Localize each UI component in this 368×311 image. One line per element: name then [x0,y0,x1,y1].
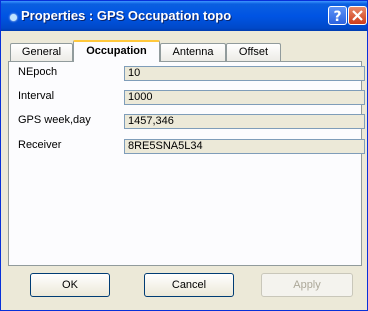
ok-button[interactable]: OK [30,273,110,297]
gps-week-day-field[interactable]: 1457,346 [124,114,365,129]
close-button[interactable] [348,6,367,25]
help-button[interactable]: ? [328,6,347,25]
gps-week-day-label: GPS week,day [18,114,91,126]
close-icon [352,10,363,21]
window-title: Properties : GPS Occupation topo [21,8,232,23]
receiver-field[interactable]: 8RE5SNA5L34 [124,139,365,154]
window-icon [10,14,17,21]
nepoch-label: NEpoch [18,66,58,78]
tab-offset[interactable]: Offset [226,43,281,61]
tab-occupation[interactable]: Occupation [73,40,160,62]
interval-field[interactable]: 1000 [124,90,365,105]
receiver-label: Receiver [18,139,62,151]
tab-general[interactable]: General [10,43,73,61]
properties-dialog: Properties : GPS Occupation topo ? Gener… [0,0,368,311]
nepoch-field[interactable]: 10 [124,66,365,81]
svg-text:?: ? [333,9,341,24]
title-bar[interactable]: Properties : GPS Occupation topo ? [1,1,367,31]
occupation-panel: NEpoch 10 Interval 1000 GPS week,day 145… [8,61,365,266]
tab-strip: General Occupation Antenna Offset [8,40,362,62]
interval-label: Interval [18,90,55,102]
help-icon: ? [333,9,341,24]
apply-button[interactable]: Apply [261,273,353,297]
tab-antenna[interactable]: Antenna [160,43,226,61]
cancel-button[interactable]: Cancel [144,273,234,297]
